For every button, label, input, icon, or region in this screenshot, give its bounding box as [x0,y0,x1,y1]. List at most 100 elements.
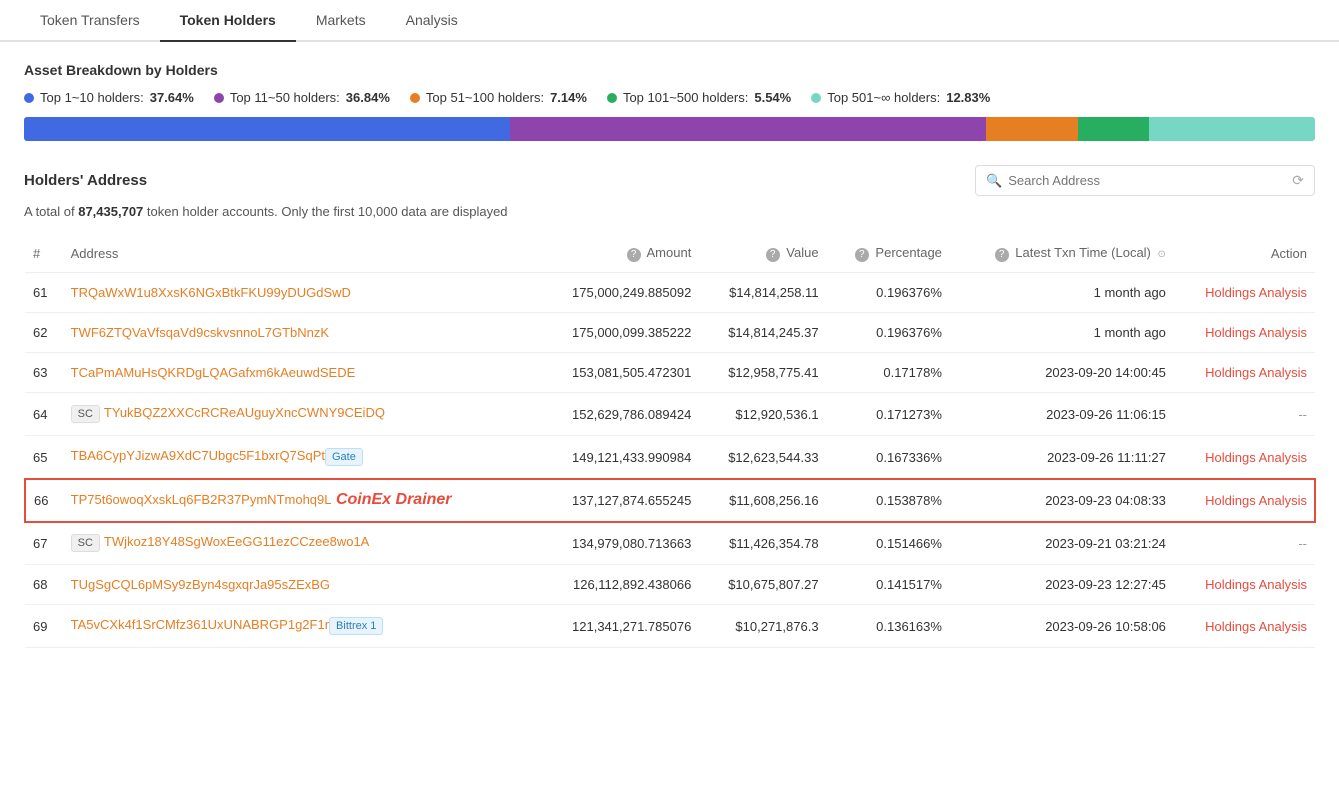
tab-analysis[interactable]: Analysis [386,0,478,42]
segment-2 [986,117,1078,141]
address-link[interactable]: TBA6CypYJizwA9XdC7Ubgc5F1bxrQ7SqPt [71,448,325,463]
cell-rank: 68 [25,565,63,605]
legend-label-1: Top 11~50 holders: [230,90,340,105]
cell-percentage: 0.153878% [827,479,950,522]
table-header-row: # Address ? Amount ? Value ? Percentage … [25,235,1315,273]
col-action: Action [1174,235,1315,273]
cell-address: TRQaWxW1u8XxsK6NGxBtkFKU99yDUGdSwD [63,273,538,313]
address-link[interactable]: TCaPmAMuHsQKRDgLQAGafxm6kAeuwdSEDE [71,365,356,380]
address-link[interactable]: TWF6ZTQVaVfsqaVd9cskvsnnoL7GTbNnzK [71,325,329,340]
breakdown-title: Asset Breakdown by Holders [24,62,1315,78]
cell-value: $11,426,354.78 [699,522,826,565]
cell-action: -- [1174,522,1315,565]
legend-dot-2 [410,93,420,103]
table-row: 61TRQaWxW1u8XxsK6NGxBtkFKU99yDUGdSwD175,… [25,273,1315,313]
cell-rank: 69 [25,605,63,648]
table-row: 64SCTYukBQZ2XXCcRCReAUguyXncCWNY9CEiDQ15… [25,393,1315,436]
holdings-analysis-link[interactable]: Holdings Analysis [1205,365,1307,380]
cell-amount: 175,000,099.385222 [537,313,699,353]
search-input[interactable] [1008,173,1292,188]
legend-item-0: Top 1~10 holders: 37.64% [24,90,194,105]
cell-percentage: 0.136163% [827,605,950,648]
latest-txn-info-icon[interactable]: ? [995,248,1009,262]
cell-action[interactable]: Holdings Analysis [1174,565,1315,605]
action-dash: -- [1298,536,1307,551]
cell-rank: 67 [25,522,63,565]
cell-rank: 61 [25,273,63,313]
holdings-analysis-link[interactable]: Holdings Analysis [1205,619,1307,634]
col-rank: # [25,235,63,273]
holders-count: 87,435,707 [78,204,143,219]
cell-value: $10,675,807.27 [699,565,826,605]
cell-percentage: 0.196376% [827,273,950,313]
search-box[interactable]: 🔍 ⟳ [975,165,1315,196]
address-link[interactable]: TA5vCXk4f1SrCMfz361UxUNABRGP1g2F1r [71,617,329,632]
percentage-info-icon[interactable]: ? [855,248,869,262]
legend-value-3: 5.54% [754,90,791,105]
cell-action[interactable]: Holdings Analysis [1174,479,1315,522]
cell-action[interactable]: Holdings Analysis [1174,436,1315,479]
cell-value: $12,920,536.1 [699,393,826,436]
legend-item-4: Top 501~∞ holders: 12.83% [811,90,990,105]
cell-amount: 153,081,505.472301 [537,353,699,393]
value-info-icon[interactable]: ? [766,248,780,262]
cell-address: TA5vCXk4f1SrCMfz361UxUNABRGP1g2F1rBittre… [63,605,538,648]
tab-markets[interactable]: Markets [296,0,386,42]
legend-value-1: 36.84% [346,90,390,105]
cell-value: $10,271,876.3 [699,605,826,648]
cell-percentage: 0.196376% [827,313,950,353]
cell-percentage: 0.171273% [827,393,950,436]
cell-amount: 121,341,271.785076 [537,605,699,648]
subtitle-suffix: token holder accounts. Only the first 10… [147,204,508,219]
refresh-icon[interactable]: ⟳ [1292,172,1304,189]
cell-latest-txn: 1 month ago [950,313,1174,353]
table-row: 68 TUgSgCQL6pMSy9zByn4sgxqrJa95sZExBG 126,… [25,565,1315,605]
legend-value-0: 37.64% [150,90,194,105]
cell-latest-txn: 2023-09-23 04:08:33 [950,479,1174,522]
cell-rank: 62 [25,313,63,353]
cell-percentage: 0.141517% [827,565,950,605]
cell-action[interactable]: Holdings Analysis [1174,353,1315,393]
legend-value-2: 7.14% [550,90,587,105]
holdings-analysis-link[interactable]: Holdings Analysis [1205,285,1307,300]
table-row: 69TA5vCXk4f1SrCMfz361UxUNABRGP1g2F1rBitt… [25,605,1315,648]
holdings-analysis-link[interactable]: Holdings Analysis [1205,493,1307,508]
holdings-analysis-link[interactable]: Holdings Analysis [1205,577,1307,592]
main-content: Asset Breakdown by Holders Top 1~10 hold… [0,42,1339,668]
cell-amount: 137,127,874.655245 [537,479,699,522]
address-link[interactable]: TRQaWxW1u8XxsK6NGxBtkFKU99yDUGdSwD [71,285,351,300]
address-link[interactable]: TUgSgCQL6pMSy9zByn4sgxqrJa95sZExBG [71,577,330,592]
cell-rank: 63 [25,353,63,393]
segment-3 [1078,117,1150,141]
amount-info-icon[interactable]: ? [627,248,641,262]
col-latest-txn[interactable]: ? Latest Txn Time (Local) ⊙ [950,235,1174,273]
coinex-drainer-label: CoinEx Drainer [332,491,452,508]
holdings-analysis-link[interactable]: Holdings Analysis [1205,450,1307,465]
holders-title: Holders' Address [24,172,147,189]
address-link[interactable]: TP75t6owoqXxskLq6FB2R37PymNTmohq9L [71,492,332,507]
table-row: 67SCTWjkoz18Y48SgWoxEeGG11ezCCzee8wo1A13… [25,522,1315,565]
address-link[interactable]: TWjkoz18Y48SgWoxEeGG11ezCCzee8wo1A [104,534,369,549]
cell-action[interactable]: Holdings Analysis [1174,273,1315,313]
cell-action[interactable]: Holdings Analysis [1174,313,1315,353]
col-amount: ? Amount [537,235,699,273]
col-percentage: ? Percentage [827,235,950,273]
cell-address: TCaPmAMuHsQKRDgLQAGafxm6kAeuwdSEDE [63,353,538,393]
legend-label-3: Top 101~500 holders: [623,90,748,105]
holdings-analysis-link[interactable]: Holdings Analysis [1205,325,1307,340]
cell-action[interactable]: Holdings Analysis [1174,605,1315,648]
col-value: ? Value [699,235,826,273]
segment-4 [1149,117,1315,141]
legend-dot-0 [24,93,34,103]
badge-sc: SC [71,534,100,552]
badge-gate: Gate [325,448,363,466]
cell-amount: 126,112,892.438066 [537,565,699,605]
tab-token-holders[interactable]: Token Holders [160,0,296,42]
tab-token-transfers[interactable]: Token Transfers [20,0,160,42]
cell-latest-txn: 2023-09-26 11:11:27 [950,436,1174,479]
action-dash: -- [1298,407,1307,422]
table-row: 62 TWF6ZTQVaVfsqaVd9cskvsnnoL7GTbNnzK 175,… [25,313,1315,353]
cell-value: $12,623,544.33 [699,436,826,479]
address-link[interactable]: TYukBQZ2XXCcRCReAUguyXncCWNY9CEiDQ [104,405,385,420]
sort-icon[interactable]: ⊙ [1158,249,1166,260]
